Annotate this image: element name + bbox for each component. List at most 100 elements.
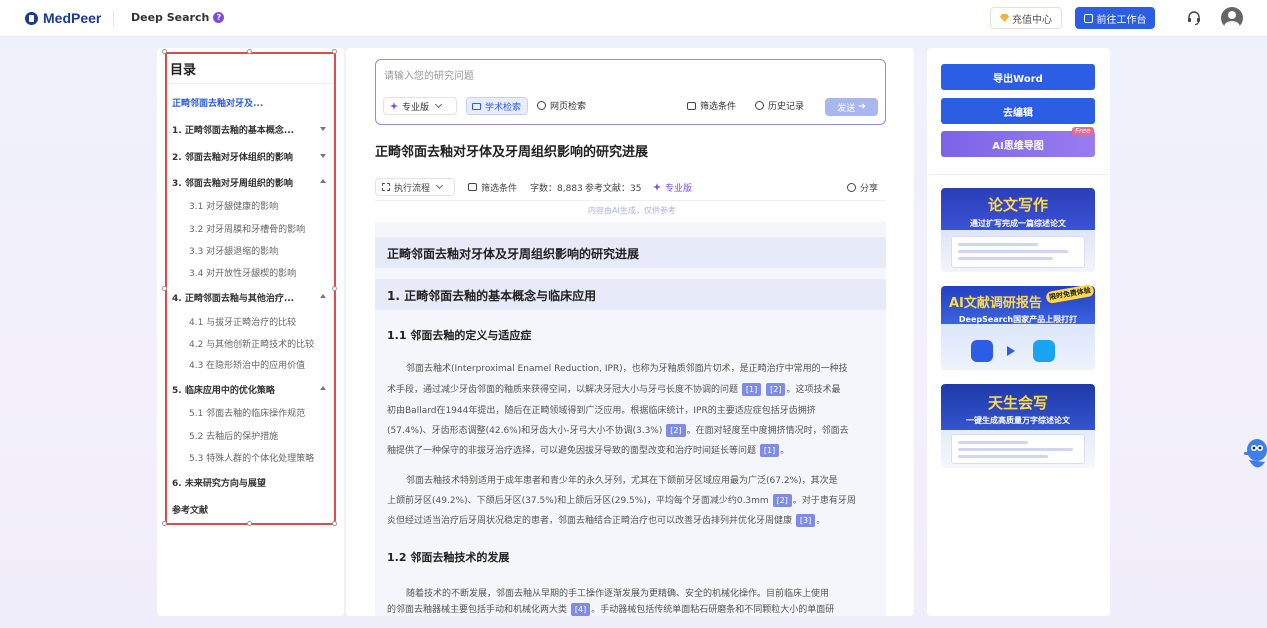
arrow-right-icon: ➔ <box>858 102 866 112</box>
paragraph-text: 术手段，通过减少牙齿邻面的釉质来获得空间，以解决牙冠大小与牙弓长度不协调的问题 <box>387 385 739 395</box>
chevron-up-icon[interactable] <box>320 179 326 183</box>
toc-subitem[interactable]: 4.2 与其他创新正畸技术的比较 <box>189 337 314 350</box>
word-count: 字数：8,883 <box>530 183 583 194</box>
chevron-down-icon <box>435 181 444 190</box>
citation-link[interactable]: [3] <box>795 514 816 527</box>
arrow-right-icon <box>1007 346 1015 356</box>
workbench-label: 前往工作台 <box>1096 14 1147 26</box>
promo-subtitle: 通过扩写完成一篇综述论文 <box>970 219 1066 228</box>
toolbar-divider <box>375 200 886 201</box>
toc-subitem[interactable]: 4.1 与拔牙正畸治疗的比较 <box>189 315 296 328</box>
paragraph-text: 。 <box>816 516 826 526</box>
toc-section-4[interactable]: 4. 正畸邻面去釉与其他治疗... <box>172 291 294 304</box>
toc-subitem[interactable]: 3.4 对开放性牙龈楔的影响 <box>189 266 296 279</box>
toc-section-5[interactable]: 5. 临床应用中的优化策略 <box>172 383 275 396</box>
customer-service-icon[interactable] <box>1186 10 1202 26</box>
citation-link[interactable]: [2] <box>772 494 792 507</box>
medpeer-logo-icon <box>25 11 38 25</box>
resize-handle[interactable] <box>247 49 252 54</box>
sparkle-icon <box>390 102 398 110</box>
user-avatar[interactable] <box>1221 7 1243 29</box>
share-icon <box>847 183 856 192</box>
promo-title: 论文写作 <box>987 196 1048 214</box>
send-button[interactable]: 发送 ➔ <box>825 98 878 116</box>
section-heading-1: 1. 正畸邻面去釉的基本概念与临床应用 <box>387 289 597 303</box>
resize-handle[interactable] <box>162 521 167 526</box>
citation-link[interactable]: [1] <box>741 383 762 396</box>
toc-subitem[interactable]: 3.1 对牙龈健康的影响 <box>189 199 278 212</box>
toc-section-6[interactable]: 6. 未来研究方向与展望 <box>172 476 266 489</box>
paragraph-line: 上颌前牙区(49.2%)、下颌后牙区(37.5%)和上颌后牙区(29.5%)，平… <box>387 491 875 512</box>
promo-illustration <box>951 236 1085 268</box>
academic-label: 学术检索 <box>485 102 522 113</box>
paragraph-text: 。对于患有牙周 <box>792 496 856 506</box>
promo-banner-review-writing[interactable]: 天生会写 一键生成高质量万字综述论文 <box>941 384 1095 468</box>
ai-mindmap-button[interactable]: AI思维导图 <box>941 131 1095 157</box>
research-question-input[interactable]: 请输入您的研究问题 <box>384 67 474 82</box>
chevron-up-icon[interactable] <box>320 386 326 390</box>
filter-icon <box>468 183 477 191</box>
resize-handle[interactable] <box>162 286 167 291</box>
toc-section-3[interactable]: 3. 邻面去釉对牙周组织的影响 <box>172 176 293 189</box>
resize-handle[interactable] <box>332 49 337 54</box>
paragraph-line: 釉提供了一种保守的非拔牙治疗选择，可以避免因拔牙导致的面型改变和治疗时间延长等问… <box>387 441 875 462</box>
toc-subitem[interactable]: 5.3 特殊人群的个体化处理策略 <box>189 451 314 464</box>
clock-icon <box>755 101 764 110</box>
go-workbench-button[interactable]: 前往工作台 <box>1075 7 1155 29</box>
promo-banner-paper-writing[interactable]: 论文写作 通过扩写完成一篇综述论文 <box>941 188 1095 272</box>
toc-subitem[interactable]: 5.2 去釉后的保护措施 <box>189 429 278 442</box>
web-label: 网页检索 <box>550 102 587 112</box>
send-label: 发送 <box>837 103 856 114</box>
academic-search-toggle[interactable]: 学术检索 <box>466 97 528 115</box>
resize-handle[interactable] <box>162 49 167 54</box>
toc-subitem[interactable]: 4.3 在隐形矫治中的应用价值 <box>189 358 305 371</box>
paragraph-line: 随着技术的不断发展，邻面去釉从早期的手工操作逐渐发展为更精确、安全的机械化操作。… <box>406 589 830 599</box>
toc-section-2[interactable]: 2. 邻面去釉对牙体组织的影响 <box>172 150 293 163</box>
pro-version-dropdown[interactable]: 专业版 <box>383 97 457 115</box>
top-bar: MedPeer Deep Search ? 充值中心 前往工作台 <box>0 0 1267 37</box>
citation-link[interactable]: [1] <box>759 444 780 457</box>
toc-subitem[interactable]: 3.2 对牙周膜和牙槽骨的影响 <box>189 222 305 235</box>
paragraph-text: 釉提供了一种保守的非拔牙治疗选择，可以避免因拔牙导致的面型改变和治疗时间延长等问… <box>387 446 757 456</box>
export-word-button[interactable]: 导出Word <box>941 64 1095 90</box>
promo-subtitle: DeepSearch国家产品上限打打 <box>958 315 1078 324</box>
paragraph-text: 。在面对轻度至中度拥挤情况时，邻面去 <box>686 426 849 436</box>
execution-flow-dropdown[interactable]: 执行流程 <box>375 178 455 196</box>
sparkle-icon <box>653 183 661 191</box>
share-button[interactable]: 分享 <box>847 181 878 194</box>
chevron-up-icon[interactable] <box>320 294 326 298</box>
resize-handle[interactable] <box>332 286 337 291</box>
citation-link[interactable]: [4] <box>570 603 591 616</box>
help-icon[interactable]: ? <box>213 12 225 23</box>
citation-link[interactable]: [2] <box>666 424 686 437</box>
history-button[interactable]: 历史记录 <box>755 99 804 112</box>
filter-conditions-button[interactable]: 筛选条件 <box>687 99 736 112</box>
edit-button[interactable]: 去编辑 <box>941 98 1095 124</box>
toc-subitem[interactable]: 5.1 邻面去釉的临床操作规范 <box>189 406 305 419</box>
paragraph-line: 邻面去釉技术特别适用于成年患者和青少年的永久牙列，尤其在下颌前牙区域应用最为广泛… <box>406 476 838 486</box>
chevron-down-icon[interactable] <box>320 127 326 131</box>
web-search-toggle[interactable]: 网页检索 <box>537 99 586 112</box>
app-icon <box>971 340 993 362</box>
document-title: 正畸邻面去釉对牙体及牙周组织影响的研究进展 <box>375 145 649 160</box>
charge-center-button[interactable]: 充值中心 <box>990 7 1062 29</box>
citation-link[interactable]: [2] <box>766 383 786 396</box>
chevron-down-icon[interactable] <box>320 154 326 158</box>
toc-item-active[interactable]: 正畸邻面去釉对牙及... <box>172 96 263 109</box>
doc-filter-button[interactable]: 筛选条件 <box>468 178 517 196</box>
paragraph-line: 炎但经过适当治疗后牙周状况稳定的患者，邻面去釉结合正畸治疗也可以改善牙齿排列并优… <box>387 511 875 532</box>
toc-subitem[interactable]: 3.3 对牙龈退缩的影响 <box>189 244 278 257</box>
paragraph-line: (57.4%)、牙齿形态调整(42.6%)和牙齿大小-牙弓大小不协调(3.3%)… <box>387 421 875 442</box>
promo-illustration <box>951 434 1085 464</box>
paragraph-text: 。手动器械包括传统单面粘石研磨条和不同颗粒大小的单面研 <box>591 605 835 615</box>
resize-handle[interactable] <box>247 521 252 526</box>
report-heading: 正畸邻面去釉对牙体及牙周组织影响的研究进展 <box>387 247 640 261</box>
resize-handle[interactable] <box>332 521 337 526</box>
promo-title: 天生会写 <box>987 394 1048 412</box>
sidebar-divider <box>929 174 1108 175</box>
medpeer-logo[interactable]: MedPeer <box>25 10 101 26</box>
toc-references[interactable]: 参考文献 <box>172 503 208 516</box>
assistant-mascot-icon[interactable] <box>1241 436 1267 476</box>
history-label: 历史记录 <box>768 102 805 112</box>
toc-section-1[interactable]: 1. 正畸邻面去釉的基本概念... <box>172 123 294 136</box>
